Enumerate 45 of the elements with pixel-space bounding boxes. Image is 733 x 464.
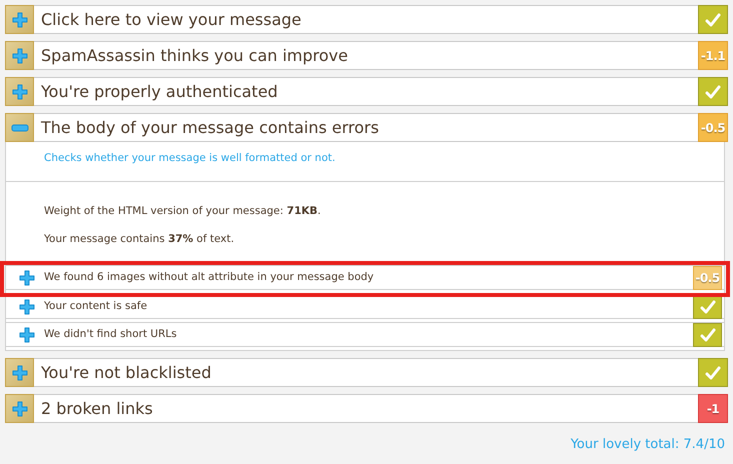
check-label: Your content is safe	[44, 298, 148, 314]
section-header[interactable]: You're not blacklisted	[5, 358, 728, 388]
section-header[interactable]: The body of your message contains errors -0.5	[5, 113, 728, 142]
total-score: Your lovely total: 7.4/10	[570, 436, 726, 454]
section-title: The body of your message contains errors	[41, 116, 379, 138]
section-title: You're properly authenticated	[41, 80, 278, 102]
section-title: SpamAssassin thinks you can improve	[41, 44, 348, 66]
section-title: You're not blacklisted	[41, 362, 212, 384]
score-badge: -0.5	[698, 113, 728, 142]
section-title: Click here to view your message	[41, 8, 302, 30]
section-header[interactable]: Click here to view your message	[5, 5, 728, 34]
check-icon	[705, 366, 721, 380]
expand-toggle[interactable]	[5, 358, 34, 388]
check-label: We didn't find short URLs	[44, 326, 178, 342]
expand-toggle[interactable]	[5, 113, 34, 142]
check-icon	[705, 12, 721, 26]
plus-icon	[12, 84, 28, 100]
plus-icon	[12, 48, 28, 64]
description-text: Checks whether your message is well formatted or not.	[6, 142, 724, 182]
section-header[interactable]: You're properly authenticated	[5, 77, 728, 106]
expand-toggle[interactable]	[5, 77, 34, 106]
expand-toggle[interactable]	[5, 5, 34, 34]
plus-icon	[19, 270, 35, 286]
expand-toggle[interactable]	[5, 394, 34, 424]
plus-icon	[12, 400, 28, 417]
plus-icon	[12, 364, 28, 381]
plus-icon	[19, 326, 35, 343]
expand-toggle[interactable]	[5, 41, 34, 70]
check-label: We found 6 images without alt attribute in your message body	[44, 270, 375, 285]
section-header[interactable]: 2 broken links -1	[5, 394, 728, 424]
check-row[interactable]: We found 6 images without alt attribute in your message body -0.5	[6, 265, 724, 290]
check-icon	[705, 84, 721, 98]
check-icon	[700, 300, 716, 314]
check-icon	[700, 328, 716, 342]
detail-text: Weight of the HTML version of your message: 71KB.	[43, 204, 322, 219]
plus-icon	[19, 298, 35, 315]
section-header[interactable]: SpamAssassin thinks you can improve -1.1	[5, 41, 728, 70]
check-row[interactable]: We didn't find short URLs	[6, 322, 724, 348]
score-badge: -1.1	[698, 41, 728, 70]
section-title: 2 broken links	[41, 398, 153, 420]
score-badge: -0.5	[693, 266, 722, 290]
detail-text: Your message contains 37% of text.	[43, 232, 236, 246]
minus-icon	[10, 124, 28, 132]
plus-icon	[12, 12, 28, 28]
score-badge: -1	[698, 394, 728, 424]
